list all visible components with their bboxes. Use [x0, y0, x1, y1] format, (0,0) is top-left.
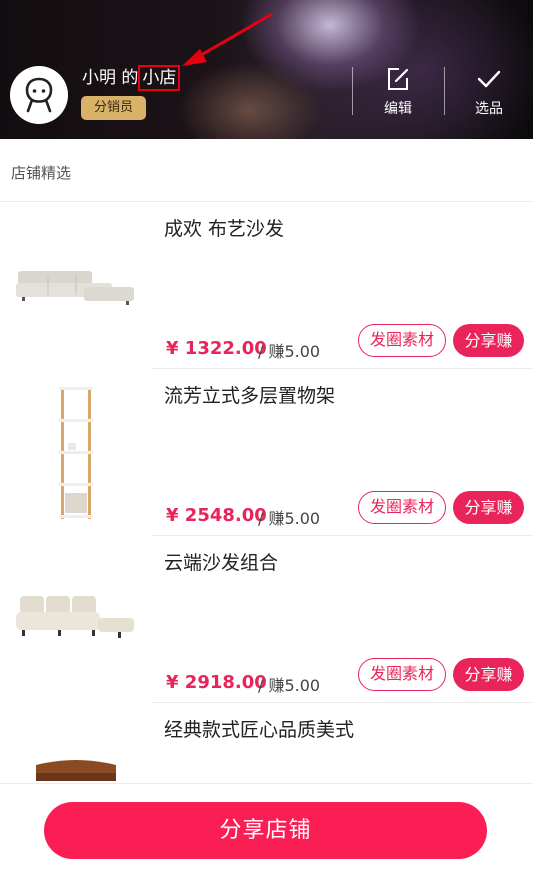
product-image[interactable] [0, 536, 152, 703]
share-earn-button[interactable]: 分享赚 [453, 491, 524, 524]
product-commission: / 赚5.00 [258, 342, 321, 361]
product-commission: / 赚5.00 [258, 509, 321, 528]
product-price: ¥ 1322.00 [166, 338, 267, 359]
sofa-image-icon [16, 270, 134, 305]
product-commission: / 赚5.00 [258, 676, 321, 695]
product-image[interactable] [0, 369, 152, 536]
material-button[interactable]: 发圈素材 [358, 491, 446, 524]
product-title[interactable]: 流芳立式多层置物架 [164, 381, 335, 408]
share-earn-button[interactable]: 分享赚 [453, 658, 524, 691]
material-button[interactable]: 发圈素材 [358, 658, 446, 691]
ottoman-image-icon [36, 760, 116, 781]
product-title[interactable]: 经典款式匠心品质美式 [164, 715, 354, 742]
section-title: 店铺精选 [11, 164, 72, 182]
product-item[interactable]: 云端沙发组合 ¥ 2918.00 / 赚5.00 发圈素材 分享赚 [0, 536, 533, 703]
share-earn-button[interactable]: 分享赚 [453, 324, 524, 357]
product-image[interactable] [0, 202, 152, 369]
product-item[interactable]: 成欢 布艺沙发 ¥ 1322.00 / 赚5.00 发圈素材 分享赚 [0, 202, 533, 369]
shelf-image-icon [59, 386, 93, 519]
product-price: ¥ 2918.00 [166, 672, 267, 693]
shop-header: 小明 的小店 分销员 编辑 选品 [0, 0, 533, 139]
product-title[interactable]: 云端沙发组合 [164, 548, 278, 575]
bottom-bar: 分享店铺 [0, 783, 533, 872]
product-price: ¥ 2548.00 [166, 505, 267, 526]
material-button[interactable]: 发圈素材 [358, 324, 446, 357]
product-title[interactable]: 成欢 布艺沙发 [164, 214, 284, 241]
share-shop-button[interactable]: 分享店铺 [44, 802, 487, 859]
product-item[interactable]: 流芳立式多层置物架 ¥ 2548.00 / 赚5.00 发圈素材 分享赚 [0, 369, 533, 536]
annotation-arrow-icon [182, 12, 273, 66]
sofa-set-image-icon [16, 595, 134, 638]
